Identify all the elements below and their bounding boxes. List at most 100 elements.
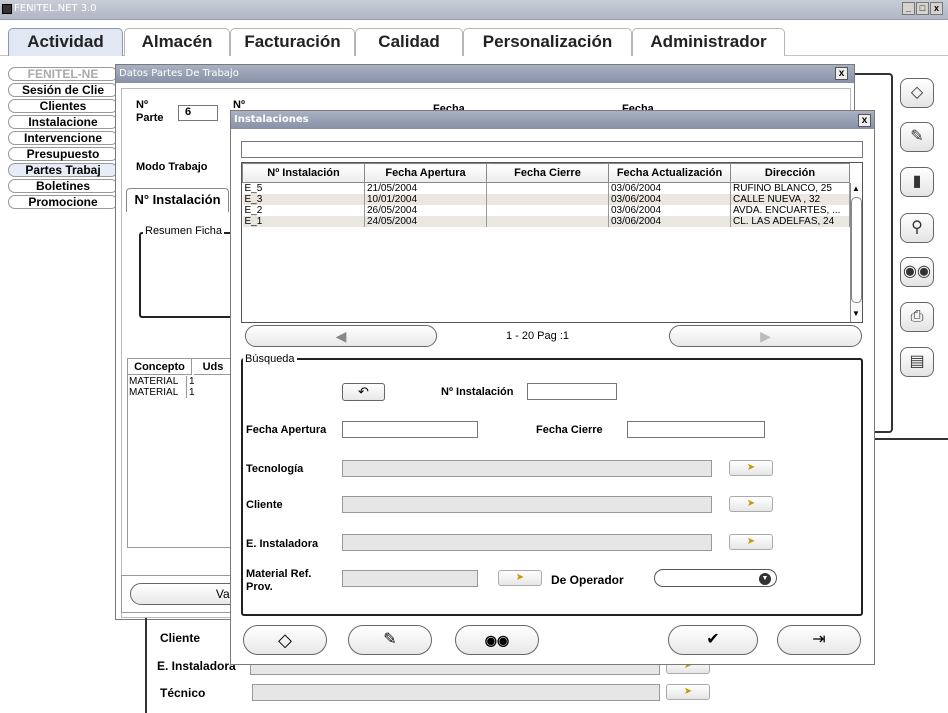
table-row[interactable]: E_2 26/05/2004 03/06/2004 AVDA. ENCUARTES, …	[242, 205, 850, 216]
main-tab-bar: Actividad Almacén Facturación Calidad Pe…	[0, 22, 948, 56]
exit-icon[interactable]: ⇥	[777, 625, 861, 655]
nparte-label2: Parte	[136, 112, 164, 124]
table-cell: 24/05/2004	[364, 216, 487, 227]
dialog-close-button[interactable]: x	[858, 114, 871, 127]
tecnologia-input[interactable]	[342, 460, 712, 477]
next-page-button[interactable]: ▶	[669, 325, 862, 347]
undo-icon[interactable]: ↶	[342, 383, 385, 401]
scroll-up-icon[interactable]: ▲	[852, 184, 860, 193]
concepto-header[interactable]: Concepto	[128, 359, 192, 375]
edit-button-icon[interactable]: ✎	[348, 625, 432, 655]
table-row[interactable]: E_5 21/05/2004 03/06/2004 RUFINO BLANCO, 25	[242, 182, 850, 194]
e-instaladora-label: E. Instaladora	[157, 659, 236, 673]
app-logo-icon	[2, 4, 12, 14]
instalaciones-dialog: Instalaciones x Nº Instalación Fecha Ape…	[230, 110, 875, 665]
cliente-search-input[interactable]	[342, 496, 712, 513]
tab-calidad[interactable]: Calidad	[355, 28, 463, 56]
sidebar-item-boletines[interactable]: Boletines	[8, 179, 118, 193]
prev-page-button[interactable]: ◀	[245, 325, 437, 347]
scrollbar-thumb[interactable]	[851, 197, 862, 303]
print-icon[interactable]: ⎙	[900, 302, 934, 332]
table-cell: 03/06/2004	[608, 194, 731, 205]
cliente-lookup-icon[interactable]: ➤	[729, 496, 773, 512]
dialog-title: Instalaciones	[231, 111, 874, 129]
sidebar-item-intervenciones[interactable]: Intervencione	[8, 131, 118, 145]
ninstalacion-label: Nº Instalación	[441, 386, 514, 398]
tecnologia-label: Tecnología	[246, 463, 304, 475]
table-cell: 03/06/2004	[608, 216, 731, 227]
nparte-field[interactable]: 6	[178, 105, 218, 121]
scroll-down-icon[interactable]: ▼	[852, 309, 860, 318]
fecha-cierre-input[interactable]	[627, 421, 765, 438]
app-title: FENITEL.NET 3.0	[14, 3, 97, 14]
material-lookup-icon[interactable]: ➤	[498, 570, 542, 586]
sidebar-item-promociones[interactable]: Promocione	[8, 195, 118, 209]
dropdown-arrow-icon[interactable]: ▼	[759, 573, 771, 585]
table-cell: RUFINO BLANCO, 25	[730, 182, 850, 194]
table-cell: 03/06/2004	[608, 205, 731, 216]
table-cell: 03/06/2004	[608, 182, 731, 194]
fecha-apertura-input[interactable]	[342, 421, 478, 438]
concepto-table: Concepto Uds MATERIAL 1 MATERIAL 1	[127, 358, 232, 548]
material-ref-input[interactable]	[342, 570, 478, 587]
maximize-button[interactable]: □	[916, 2, 929, 15]
table-cell: E_1	[242, 216, 365, 227]
lookup-icon[interactable]: ➤	[666, 684, 710, 700]
uds-header[interactable]: Uds	[194, 359, 232, 375]
col-header-fecha-apertura[interactable]: Fecha Apertura	[364, 163, 487, 183]
tecnologia-lookup-icon[interactable]: ➤	[729, 460, 773, 476]
table-cell: 26/05/2004	[364, 205, 487, 216]
search-button-icon[interactable]: ◉◉	[455, 625, 539, 655]
material-ref-label: Material Ref. Prov.	[246, 568, 312, 593]
sidebar-item-partes[interactable]: Partes Trabaj	[8, 163, 118, 177]
tab-administrador[interactable]: Administrador	[632, 28, 785, 56]
table-cell: E_5	[242, 182, 365, 194]
table-cell: 21/05/2004	[364, 182, 487, 194]
de-operador-select[interactable]: ▼	[654, 569, 777, 587]
e-instaladora-lookup-icon[interactable]: ➤	[729, 534, 773, 550]
concepto-cell: MATERIAL	[129, 376, 179, 387]
table-cell	[486, 205, 609, 216]
tab-personalizacion[interactable]: Personalización	[463, 28, 632, 56]
resumen-ficha-frame	[139, 232, 234, 318]
delete-icon[interactable]: ▮	[900, 167, 934, 197]
new-button-icon[interactable]: ◇	[243, 625, 327, 655]
col-header-fecha-actualizacion[interactable]: Fecha Actualización	[608, 163, 731, 183]
partes-close-button[interactable]: x	[835, 67, 848, 80]
search-binoculars-icon[interactable]: ◉◉	[900, 257, 934, 287]
table-cell	[486, 182, 609, 194]
filter-input[interactable]	[241, 141, 863, 158]
col-header-ninstalacion[interactable]: Nº Instalación	[242, 163, 365, 183]
e-instaladora-search-input[interactable]	[342, 534, 712, 551]
table-row[interactable]: E_1 24/05/2004 03/06/2004 CL. LAS ADELFAS, …	[242, 216, 850, 227]
sidebar-item-clientes[interactable]: Clientes	[8, 99, 118, 113]
export-icon[interactable]: ▤	[900, 347, 934, 377]
vertical-scrollbar[interactable]: ▲ ▼	[850, 183, 862, 322]
uds-cell: 1	[186, 387, 195, 398]
table-cell: AVDA. ENCUARTES, ...	[730, 205, 850, 216]
new-icon[interactable]: ◇	[900, 78, 934, 108]
tab-facturacion[interactable]: Facturación	[230, 28, 355, 56]
table-cell	[486, 194, 609, 205]
close-app-button[interactable]: x	[930, 2, 943, 15]
resumen-ficha-legend: Resumen Ficha	[143, 225, 225, 237]
minimize-button[interactable]: _	[902, 2, 915, 15]
busqueda-legend: Búsqueda	[245, 353, 295, 365]
ninstalacion-input[interactable]	[527, 383, 617, 400]
tab-ninstalacion[interactable]: N° Instalación	[126, 188, 229, 212]
tab-almacen[interactable]: Almacén	[124, 28, 230, 56]
table-cell	[486, 216, 609, 227]
tab-actividad[interactable]: Actividad	[8, 28, 123, 56]
preview-icon[interactable]: ⚲	[900, 213, 934, 243]
sidebar-item-sesion[interactable]: Sesión de Clie	[8, 83, 118, 97]
tecnico-field[interactable]	[252, 684, 660, 701]
sidebar-item-instalaciones[interactable]: Instalacione	[8, 115, 118, 129]
sidebar-item-presupuestos[interactable]: Presupuesto	[8, 147, 118, 161]
edit-icon[interactable]: ✎	[900, 122, 934, 152]
accept-check-icon[interactable]: ✔	[668, 625, 758, 655]
partes-window-title: Datos Partes De Trabajo	[116, 65, 854, 83]
col-header-direccion[interactable]: Dirección	[730, 163, 850, 183]
de-operador-label: De Operador	[551, 573, 624, 587]
col-header-fecha-cierre[interactable]: Fecha Cierre	[486, 163, 609, 183]
table-row[interactable]: E_3 10/01/2004 03/06/2004 CALLE NUEVA , 32	[242, 194, 850, 205]
